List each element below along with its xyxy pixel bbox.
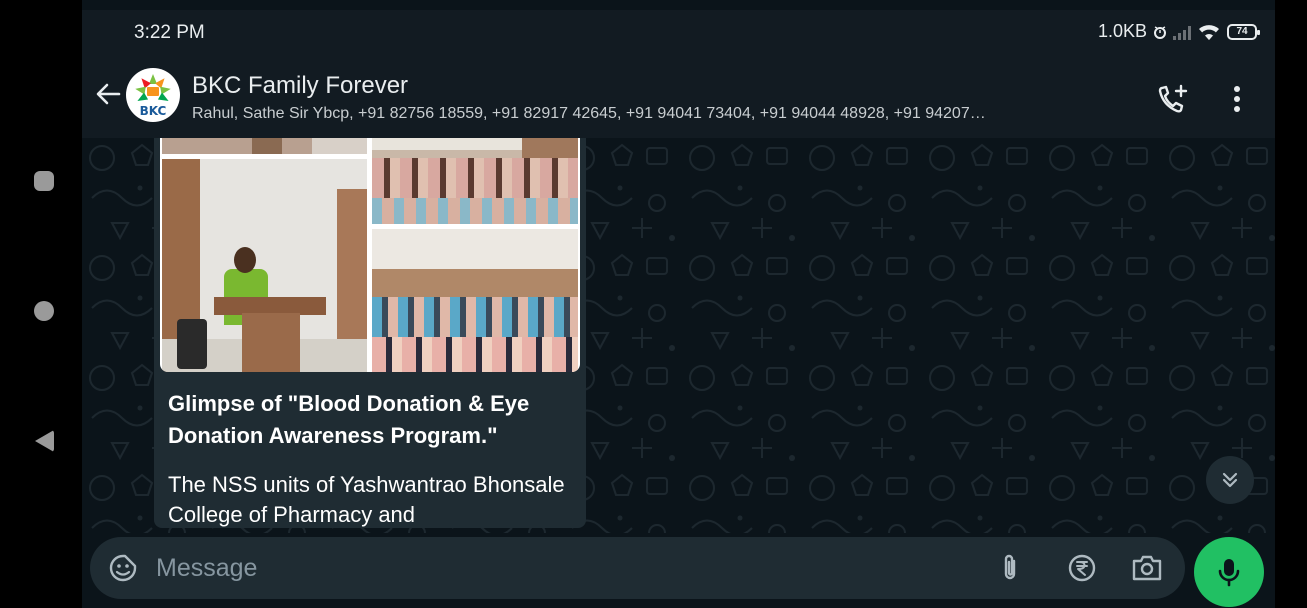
message-title: Glimpse of "Blood Donation & Eye Donatio… — [168, 391, 530, 448]
back-button[interactable] — [92, 78, 124, 110]
chat-area[interactable]: Glimpse of "Blood Donation & Eye Donatio… — [82, 138, 1275, 533]
data-speed: 1.0KB — [1097, 21, 1147, 41]
message-input[interactable] — [156, 551, 976, 585]
camera-button[interactable] — [1129, 551, 1165, 585]
home-icon — [34, 301, 54, 321]
back-triangle-icon — [34, 430, 54, 452]
message-body: The NSS units of Yashwantrao Bhonsale Co… — [168, 472, 565, 527]
avatar-text: BKC — [139, 104, 167, 118]
recents-icon — [34, 171, 54, 191]
add-call-button[interactable] — [1154, 82, 1194, 116]
status-icons: 1.0KB 74 — [1097, 21, 1260, 42]
more-options-button[interactable] — [1220, 82, 1254, 116]
composer-bar — [82, 533, 1275, 608]
add-call-icon — [1158, 84, 1188, 113]
status-bar: 3:22 PM 1.0KB 74 — [82, 10, 1275, 56]
scroll-to-bottom-button[interactable] — [1206, 456, 1254, 504]
screen-edge — [1275, 0, 1307, 608]
recents-button[interactable] — [33, 170, 55, 192]
album-photo[interactable] — [372, 229, 578, 372]
group-members[interactable]: Rahul, Sathe Sir Ybcp, +91 82756 18559, … — [192, 105, 1142, 123]
group-avatar[interactable]: BKC — [126, 68, 180, 122]
voice-message-button[interactable] — [1194, 537, 1264, 607]
phone-screen: 3:22 PM 1.0KB 74 BKC BKC Family Forever … — [82, 0, 1275, 608]
message-bubble[interactable]: Glimpse of "Blood Donation & Eye Donatio… — [154, 138, 586, 528]
signal-icon — [1173, 24, 1191, 40]
alarm-icon — [1154, 25, 1166, 39]
mic-icon — [1218, 559, 1240, 587]
system-nav-rail — [0, 0, 82, 608]
battery-icon: 74 — [1227, 23, 1260, 40]
rupee-icon — [1068, 554, 1096, 582]
back-nav-button[interactable] — [33, 430, 55, 452]
wifi-icon — [1199, 24, 1219, 40]
chat-header: BKC BKC Family Forever Rahul, Sathe Sir … — [82, 56, 1275, 138]
attach-button[interactable] — [995, 551, 1025, 585]
paperclip-icon — [1004, 554, 1016, 580]
payment-button[interactable] — [1065, 551, 1099, 585]
album-photo[interactable] — [162, 159, 367, 372]
album-photo[interactable] — [162, 138, 367, 154]
double-chevron-down-icon — [1222, 472, 1238, 488]
album-photo[interactable] — [372, 138, 578, 224]
camera-icon — [1132, 555, 1162, 581]
message-box[interactable] — [90, 537, 1185, 599]
more-vert-icon — [1234, 86, 1240, 112]
sticker-icon — [109, 554, 137, 582]
sticker-button[interactable] — [108, 553, 138, 583]
media-album[interactable] — [160, 138, 580, 372]
battery-level: 74 — [1236, 26, 1248, 37]
back-arrow-icon — [96, 83, 121, 105]
home-button[interactable] — [33, 300, 55, 322]
group-name[interactable]: BKC Family Forever — [192, 72, 408, 100]
status-time: 3:22 PM — [134, 22, 205, 43]
